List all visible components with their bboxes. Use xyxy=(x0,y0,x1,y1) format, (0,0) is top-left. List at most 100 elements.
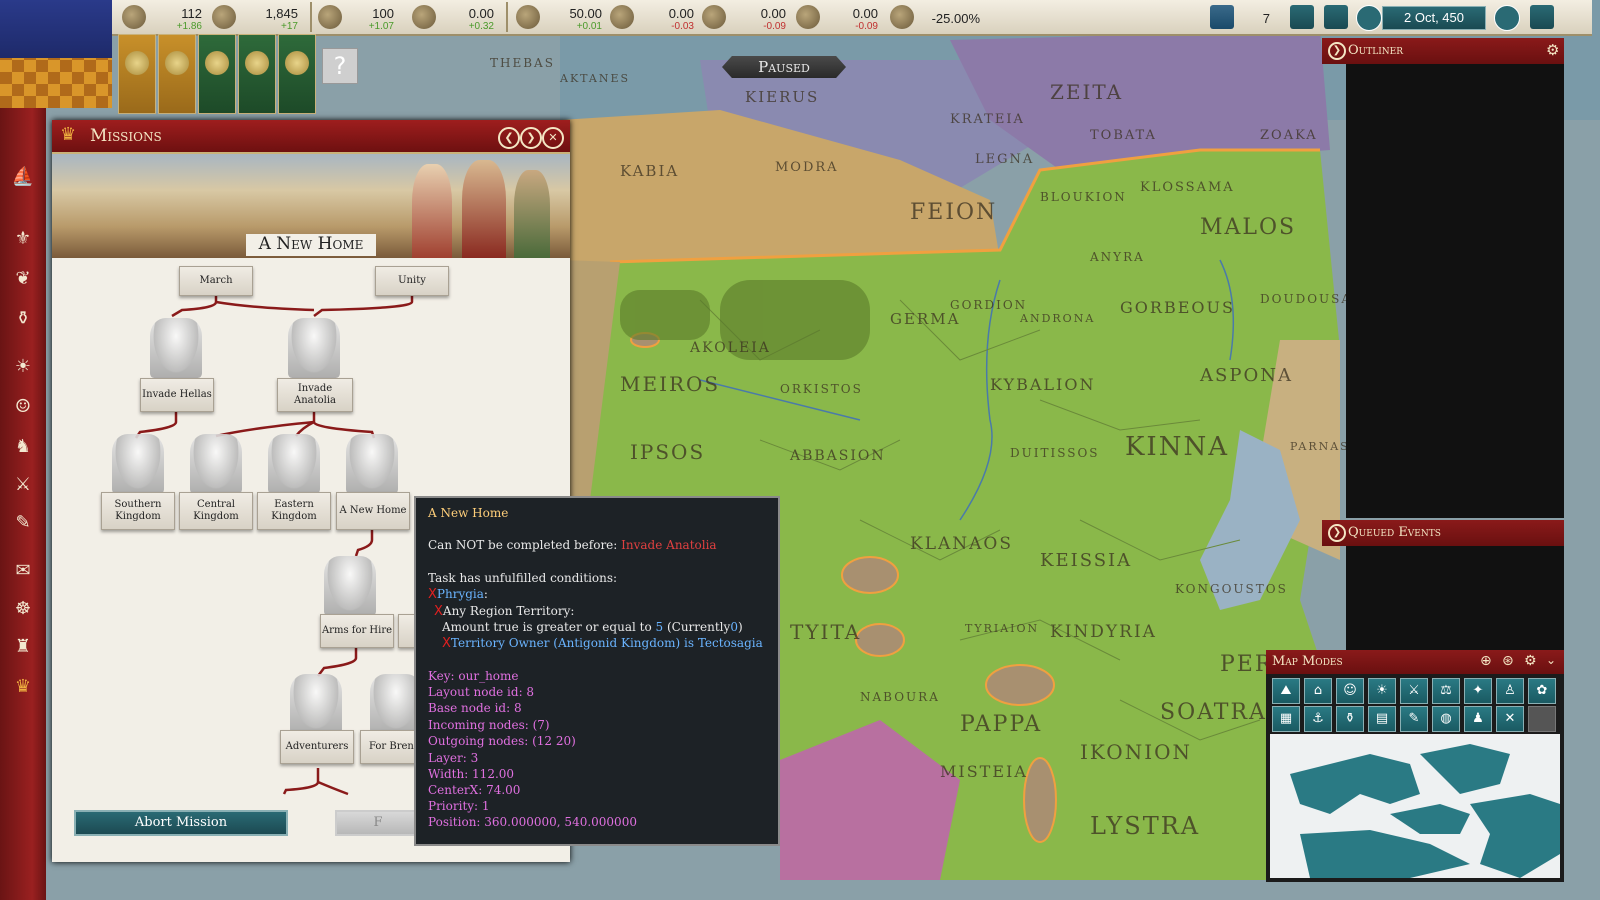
legitimacy-icon xyxy=(516,5,540,29)
messages-button[interactable]: 7 xyxy=(1210,0,1270,34)
collapse-icon[interactable]: ⌄ xyxy=(1546,653,1556,667)
minimap[interactable] xyxy=(1270,734,1560,878)
idea-banner[interactable] xyxy=(238,34,276,114)
goods-mapmode-icon[interactable]: ⚱ xyxy=(1336,706,1364,732)
resource-military-experience[interactable]: 0.00 -0.09 xyxy=(702,0,798,34)
map-label: GORDION xyxy=(950,298,1028,312)
missions-icon[interactable]: ♛ xyxy=(10,674,36,700)
minimap-terrain xyxy=(1270,734,1560,878)
naval-mapmode-icon[interactable]: ⚓ xyxy=(1304,706,1332,732)
idea-banner[interactable] xyxy=(278,34,316,114)
tooltip-title: A New Home xyxy=(428,506,509,520)
terrain-mapmode-icon[interactable]: ⛰ xyxy=(1272,678,1300,704)
statue-icon xyxy=(190,434,242,494)
mission-node-eastern-kingdom[interactable]: Eastern Kingdom xyxy=(257,492,331,530)
trade-mapmode-icon[interactable]: ⚖ xyxy=(1432,678,1460,704)
missions-icon: ♛ xyxy=(60,124,77,145)
speed-down-button[interactable] xyxy=(1356,0,1382,34)
abort-mission-button[interactable]: Abort Mission xyxy=(74,810,288,836)
mission-node-invade-hellas[interactable]: Invade Hellas xyxy=(140,378,214,412)
ships-icon[interactable]: ⛵ xyxy=(10,164,36,190)
tooltip-owner: XTerritory Owner (Antigonid Kingdom) is … xyxy=(442,636,763,651)
technology-icon[interactable]: ✎ xyxy=(10,510,36,536)
resource-political-influence[interactable]: 0.00 -0.03 xyxy=(610,0,706,34)
mission-node-adventurers[interactable]: Adventurers xyxy=(280,730,354,764)
diplomacy-icon[interactable]: ✉ xyxy=(10,558,36,584)
close-icon[interactable]: ✕ xyxy=(542,127,564,149)
settings-icon[interactable]: ⚙ xyxy=(1546,41,1559,59)
population-mapmode-icon[interactable]: ♙ xyxy=(1496,678,1524,704)
map-label: KONGOUSTOS xyxy=(1175,582,1288,596)
regions-mapmode-icon[interactable]: ▤ xyxy=(1368,706,1396,732)
culture-icon[interactable]: ☺ xyxy=(10,394,36,420)
characters-mapmode-icon[interactable]: ♟ xyxy=(1464,706,1492,732)
expand-icon[interactable]: ❯ xyxy=(1328,524,1346,542)
zoom-icon[interactable]: ⊕ xyxy=(1480,653,1492,669)
characters-icon[interactable]: ♞ xyxy=(10,434,36,460)
node-label: Eastern Kingdom xyxy=(271,499,317,522)
statue-icon xyxy=(150,318,202,378)
mission-node-southern-kingdom[interactable]: Southern Kingdom xyxy=(101,492,175,530)
mission-node-arms-for-hire[interactable]: Arms for Hire xyxy=(320,614,394,648)
mission-node-central-kingdom[interactable]: Central Kingdom xyxy=(179,492,253,530)
resource-war-exhaustion[interactable]: 0.00 -0.09 xyxy=(796,0,892,34)
map-label: NABOURA xyxy=(860,690,940,704)
resource-aggressive-expansion[interactable]: -25.00% xyxy=(890,0,990,34)
resource-tyranny[interactable]: 0.00 +0.32 xyxy=(412,0,508,34)
resource-value: 112 xyxy=(181,6,202,21)
wheel-icon[interactable]: ☸ xyxy=(10,596,36,622)
resource-legitimacy[interactable]: 50.00 +0.01 xyxy=(516,0,612,34)
war-mapmode-icon[interactable]: ✕ xyxy=(1496,706,1524,732)
node-label: Adventurers xyxy=(285,741,349,752)
left-sidebar: ⛵ ⚜ ❦ ⚱ ☀ ☺ ♞ ⚔ ✎ ✉ ☸ ♜ ♛ xyxy=(0,108,46,900)
military-mapmode-icon[interactable]: ⚔ xyxy=(1400,678,1428,704)
outliner-header[interactable]: ❯ Outliner ⚙ xyxy=(1322,38,1564,64)
main-menu-button[interactable] xyxy=(1530,0,1560,34)
resource-treasury[interactable]: 112 +1.86 xyxy=(122,0,218,34)
mission-node-march[interactable]: March xyxy=(179,266,253,296)
religion-icon[interactable]: ☀ xyxy=(10,354,36,380)
debug-line: Position: 360.000000, 540.000000 xyxy=(428,815,637,829)
finish-mission-button[interactable]: F xyxy=(335,810,421,836)
resource-manpower[interactable]: 1,845 +17 xyxy=(212,0,308,34)
diplomacy-mapmode-icon[interactable]: ✦ xyxy=(1464,678,1492,704)
speed-up-button[interactable] xyxy=(1494,0,1520,34)
idea-banner[interactable] xyxy=(158,34,196,114)
unmet-x-icon: X xyxy=(442,636,451,651)
map-label: KINNA xyxy=(1125,432,1229,462)
government-icon[interactable]: ⚜ xyxy=(10,226,36,252)
resource-stability[interactable]: 100 +1.07 xyxy=(318,0,414,34)
laurel-icon[interactable]: ❦ xyxy=(10,266,36,292)
mission-node-unity[interactable]: Unity xyxy=(375,266,449,296)
political-mapmode-icon[interactable]: ⌂ xyxy=(1304,678,1332,704)
culture-mapmode-icon[interactable]: ☺ xyxy=(1336,678,1364,704)
unmet-x-icon: X xyxy=(434,604,443,619)
expand-icon[interactable]: ❯ xyxy=(1328,42,1346,60)
chat-button[interactable] xyxy=(1324,0,1350,34)
idea-banner[interactable] xyxy=(198,34,236,114)
map-label: DOUDOUSA xyxy=(1260,292,1353,306)
mission-node-invade-anatolia[interactable]: Invade Anatolia xyxy=(277,378,353,412)
queued-events-header[interactable]: ❯ Queued Events xyxy=(1322,520,1564,546)
province-mapmode-icon[interactable]: ✿ xyxy=(1528,678,1556,704)
mission-node-a-new-home[interactable]: A New Home xyxy=(336,492,410,530)
missions-title: Missions xyxy=(90,126,162,146)
bust-icon[interactable]: ♜ xyxy=(10,634,36,660)
military-icon[interactable]: ⚔ xyxy=(10,472,36,498)
ledger-button[interactable] xyxy=(1290,0,1316,34)
religion-mapmode-icon[interactable]: ☀ xyxy=(1368,678,1396,704)
cities-mapmode-icon[interactable]: ▦ xyxy=(1272,706,1300,732)
back-icon[interactable]: ❮ xyxy=(498,127,520,149)
world-mapmode-icon[interactable]: ◍ xyxy=(1432,706,1460,732)
economy-icon[interactable]: ⚱ xyxy=(10,306,36,332)
paused-indicator[interactable]: Paused xyxy=(722,56,846,78)
map-label: ASPONA xyxy=(1200,365,1293,386)
settings-icon[interactable]: ⚙ xyxy=(1524,653,1537,669)
forward-icon[interactable]: ❯ xyxy=(520,127,542,149)
empty-idea-slot[interactable]: ? xyxy=(322,48,358,84)
roads-mapmode-icon[interactable]: ✎ xyxy=(1400,706,1428,732)
idea-banner[interactable] xyxy=(118,34,156,114)
date-display[interactable]: 2 Oct, 450 xyxy=(1382,6,1486,30)
filter-icon[interactable]: ⊛ xyxy=(1502,653,1514,669)
tyranny-icon xyxy=(412,5,436,29)
